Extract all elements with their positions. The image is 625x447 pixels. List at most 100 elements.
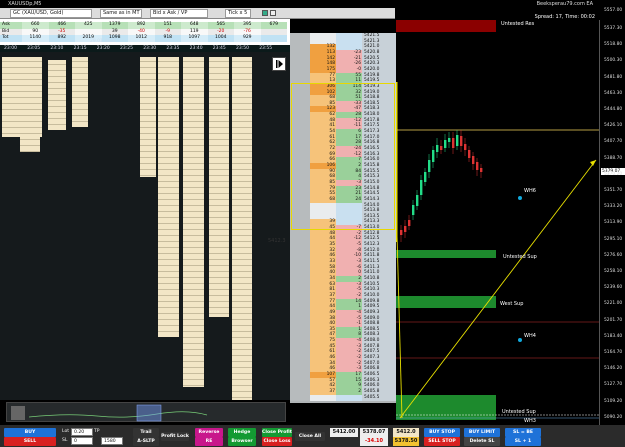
- footprint-bar-gridline: [72, 91, 88, 92]
- asltp-button[interactable]: A-SLTP: [133, 437, 159, 446]
- re-button[interactable]: RE: [195, 437, 223, 446]
- price-tick: 5109.20: [604, 398, 623, 404]
- trail-button[interactable]: Trail: [133, 428, 159, 437]
- footprint-bar-gridline: [232, 331, 252, 332]
- buy-limit-button[interactable]: BUY LIMIT: [464, 428, 500, 437]
- candle-body: [416, 195, 419, 206]
- tick-dropdown[interactable]: Tick x 5: [225, 9, 251, 18]
- sell-button[interactable]: SELL: [4, 437, 56, 446]
- footprint-bar-gridline: [140, 157, 156, 158]
- reverse-button[interactable]: Reverse: [195, 428, 223, 437]
- dom-row[interactable]: 5405.5: [290, 394, 396, 401]
- footprint-bar-gridline: [140, 139, 156, 140]
- close-all-button[interactable]: Close All: [295, 432, 325, 441]
- footprint-bar-gridline: [209, 259, 229, 260]
- stats-cell: 565: [207, 22, 234, 29]
- footprint-bar-gridline: [158, 211, 179, 212]
- footprint-bar-gridline: [232, 319, 252, 320]
- sl-plus-button[interactable]: SL + 1: [505, 437, 541, 446]
- hedge-button[interactable]: Hedge: [228, 428, 256, 437]
- dom-volume-cell: [310, 394, 336, 401]
- close-loss-button[interactable]: Close Loss: [262, 437, 292, 446]
- navigator-minimap[interactable]: [6, 402, 286, 422]
- footprint-bar-gridline: [183, 373, 204, 374]
- buy-button[interactable]: BUY: [4, 428, 56, 437]
- time-label: 23:55: [259, 46, 273, 51]
- footprint-bar[interactable]: [20, 57, 40, 152]
- calendar-icon[interactable]: [11, 406, 25, 420]
- stats-cell: 151: [154, 22, 181, 29]
- footprint-bar-gridline: [158, 85, 179, 86]
- footprint-bar-gridline: [232, 133, 252, 134]
- price-type-dropdown[interactable]: Bid x Ask / VP: [150, 9, 208, 18]
- footprint-bar-gridline: [183, 127, 204, 128]
- trade-panel-toolbar: BUY SELL Lot 0.20 SL 0 TP 1580 Trail A-S…: [0, 425, 625, 447]
- footprint-bar-gridline: [232, 355, 252, 356]
- footprint-bar-gridline: [158, 187, 179, 188]
- price-chart[interactable]: Untested Res WH6 Untested Sup West Sup W…: [395, 20, 599, 425]
- browser-button[interactable]: Browser: [228, 437, 256, 446]
- footprint-bar-gridline: [209, 313, 229, 314]
- price-tick: 5351.70: [604, 188, 623, 193]
- sl-input[interactable]: 0: [71, 437, 93, 445]
- footprint-bar-gridline: [20, 73, 40, 74]
- footprint-bar-gridline: [158, 169, 179, 170]
- footprint-bar[interactable]: [209, 57, 229, 317]
- stats-cell: 466: [48, 22, 75, 29]
- footprint-bar-gridline: [232, 241, 252, 242]
- candle-body: [428, 160, 431, 172]
- footprint-bar-gridline: [232, 361, 252, 362]
- footprint-bar-gridline: [209, 265, 229, 266]
- footprint-bar-gridline: [183, 145, 204, 146]
- mode-dropdown[interactable]: Same as in MT: [100, 9, 142, 18]
- sl-be-button[interactable]: SL = BE: [505, 428, 541, 437]
- footprint-bar-gridline: [232, 121, 252, 122]
- footprint-bar-gridline: [72, 121, 88, 122]
- buy-stop-button[interactable]: BUY STOP: [424, 428, 460, 437]
- footprint-chart[interactable]: [0, 52, 290, 400]
- footprint-bar-gridline: [158, 271, 179, 272]
- price-tick: 5518.80: [604, 42, 623, 48]
- footprint-bar-gridline: [183, 103, 204, 104]
- footprint-bar[interactable]: [232, 57, 252, 400]
- chart-background: [396, 20, 599, 425]
- time-label: 23:40: [189, 46, 203, 51]
- footprint-bar[interactable]: [48, 60, 66, 130]
- candle-body: [408, 220, 411, 226]
- settings-icon[interactable]: [270, 10, 276, 16]
- footprint-bar-gridline: [232, 229, 252, 230]
- tp-input[interactable]: 1580: [101, 437, 123, 445]
- price-tick: 5295.10: [604, 236, 623, 242]
- footprint-bar-gridline: [232, 169, 252, 170]
- footprint-bar[interactable]: [158, 57, 179, 337]
- footprint-bar-gridline: [232, 217, 252, 218]
- symbol-dropdown[interactable]: GC (XAU/USD, Gold): [10, 9, 92, 18]
- footprint-bar-gridline: [183, 115, 204, 116]
- depth-of-market-ladder[interactable]: 5421.5 5421.3 132 5421.0 113 -23 5420.8 142 -21 5…: [268, 33, 396, 403]
- footprint-bar-gridline: [183, 181, 204, 182]
- footprint-bar[interactable]: [183, 57, 204, 387]
- footprint-bar-gridline: [232, 307, 252, 308]
- footprint-bar-gridline: [232, 271, 252, 272]
- footprint-bar-gridline: [232, 379, 252, 380]
- profit-lock-button[interactable]: Profit Lock: [161, 432, 189, 441]
- stats-cell: 1012: [128, 35, 155, 42]
- footprint-bar-gridline: [140, 97, 156, 98]
- trading-terminal: XAUUSDp,M5 Beeksperau79.com EA GC (XAU/U…: [0, 0, 625, 447]
- footprint-bar-gridline: [209, 163, 229, 164]
- footprint-bar-gridline: [209, 73, 229, 74]
- play-icon[interactable]: [272, 57, 286, 71]
- footprint-bar[interactable]: [72, 57, 88, 127]
- close-profit-button[interactable]: Close Profit: [262, 428, 292, 437]
- footprint-bar-gridline: [209, 151, 229, 152]
- sell-stop-button[interactable]: SELL STOP: [424, 437, 460, 446]
- footprint-bar-gridline: [232, 235, 252, 236]
- footprint-bar-gridline: [158, 109, 179, 110]
- delete-sl-button[interactable]: Delete SL: [464, 437, 500, 446]
- lot-input[interactable]: 0.20: [71, 428, 93, 436]
- color-swatch-icon[interactable]: [262, 10, 268, 16]
- footprint-bar-gridline: [209, 187, 229, 188]
- untested-sup-label: Untested Sup: [503, 254, 537, 260]
- footprint-bar[interactable]: [140, 57, 156, 177]
- wh4-marker: [518, 338, 522, 342]
